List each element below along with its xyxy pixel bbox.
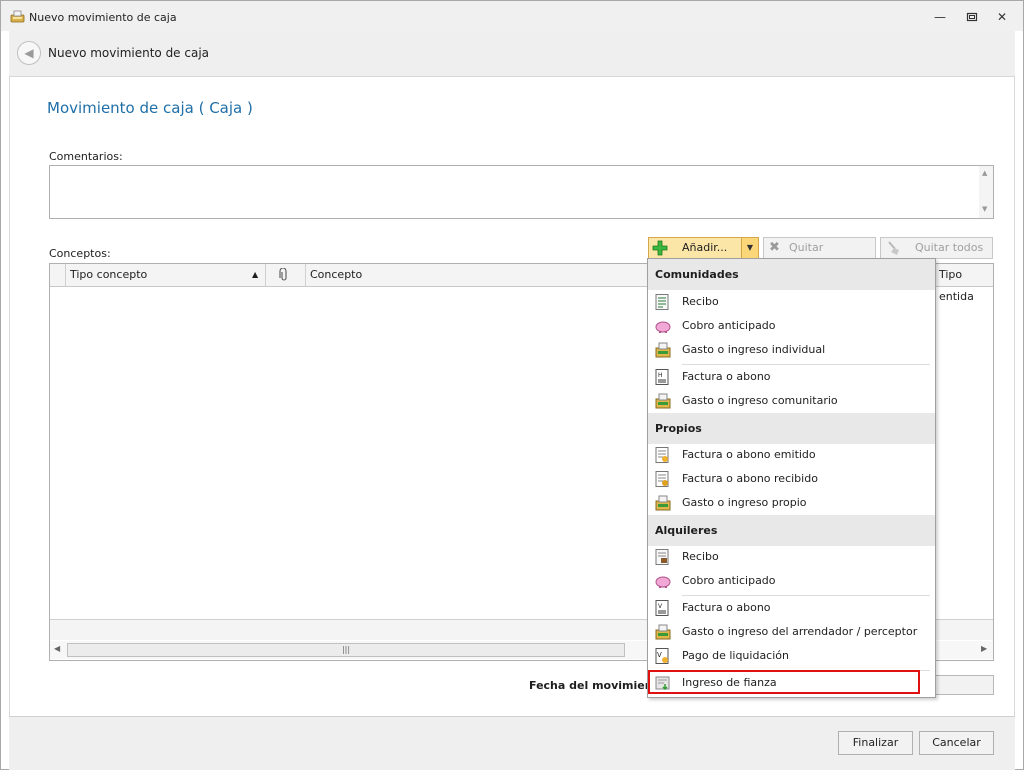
- menu-group-alquileres: Alquileres: [648, 515, 935, 546]
- selection-highlight-box: [648, 670, 920, 694]
- svg-text:V: V: [657, 651, 662, 659]
- grid-row-indicator-header: [50, 264, 66, 286]
- comments-textarea[interactable]: ▲ ▼: [49, 165, 994, 219]
- content-border-right: [1014, 76, 1015, 716]
- scroll-down-icon[interactable]: ▼: [982, 205, 987, 213]
- cash-register-icon: [655, 342, 671, 358]
- sort-ascending-icon: ▲: [252, 270, 259, 279]
- broom-icon: [886, 240, 902, 256]
- scroll-left-icon[interactable]: ◀: [54, 644, 60, 653]
- app-icon: [10, 9, 25, 23]
- scroll-up-icon[interactable]: ▲: [982, 169, 987, 177]
- cancel-button[interactable]: Cancelar: [919, 731, 994, 755]
- remove-all-label: Quitar todos: [915, 241, 984, 254]
- menu-item-pago-liquidacion[interactable]: V Pago de liquidación: [648, 644, 935, 668]
- navigation-bar: ◀ Nuevo movimiento de caja: [9, 31, 1015, 77]
- menu-group-comunidades: Comunidades: [648, 259, 935, 290]
- menu-item-gasto-ingreso-comunitario[interactable]: Gasto o ingreso comunitario: [648, 389, 935, 413]
- column-header-tipo-concepto[interactable]: Tipo concepto ▲: [66, 264, 266, 286]
- scrollbar-thumb[interactable]: |||: [67, 643, 625, 657]
- column-header-attachment[interactable]: [266, 264, 306, 286]
- menu-item-factura-abono-recibido[interactable]: Factura o abono recibido: [648, 467, 935, 491]
- close-button[interactable]: ✕: [995, 11, 1009, 23]
- menu-item-gasto-ingreso-individual[interactable]: Gasto o ingreso individual: [648, 338, 935, 362]
- fecha-label: Fecha del movimiento: [529, 679, 666, 692]
- menu-group-propios: Propios: [648, 413, 935, 444]
- add-dropdown-menu: Comunidades Recibo Cobro anticipado Gast…: [647, 258, 936, 698]
- scroll-right-icon[interactable]: ▶: [981, 644, 987, 653]
- menu-item-cobro-anticipado-comunidades[interactable]: Cobro anticipado: [648, 314, 935, 338]
- piggy-bank-icon: [655, 318, 671, 334]
- settlement-icon: V: [655, 648, 669, 664]
- remove-concept-button[interactable]: ✖ Quitar concepto: [763, 237, 876, 274]
- menu-item-factura-abono-alquileres[interactable]: V Factura o abono: [648, 596, 935, 620]
- menu-item-factura-abono-emitido[interactable]: Factura o abono emitido: [648, 443, 935, 467]
- add-button[interactable]: Añadir...: [648, 237, 742, 259]
- add-dropdown-chevron-down-icon[interactable]: ▼: [741, 237, 759, 259]
- paperclip-icon: [279, 267, 289, 290]
- footer-bar: Finalizar Cancelar: [9, 716, 1015, 770]
- finish-button[interactable]: Finalizar: [838, 731, 913, 755]
- minimize-button[interactable]: —: [933, 11, 947, 23]
- comments-scrollbar[interactable]: ▲ ▼: [979, 166, 993, 218]
- menu-item-factura-abono-comunidades[interactable]: H Factura o abono: [648, 365, 935, 389]
- comments-label: Comentarios:: [49, 150, 123, 163]
- page-title: Movimiento de caja ( Caja ): [47, 99, 253, 117]
- invoice-icon: V: [655, 600, 669, 616]
- add-button-label: Añadir...: [682, 241, 728, 254]
- piggy-bank-icon: [655, 573, 671, 589]
- menu-item-cobro-anticipado-alquileres[interactable]: Cobro anticipado: [648, 569, 935, 593]
- invoice-received-icon: [655, 471, 669, 487]
- add-icon: [652, 240, 668, 256]
- cash-register-icon: [655, 393, 671, 409]
- remove-all-button[interactable]: Quitar todos: [880, 237, 993, 259]
- remove-icon: ✖: [769, 240, 780, 255]
- cash-register-icon: [655, 624, 671, 640]
- content-border-left: [9, 76, 10, 716]
- title-bar: Nuevo movimiento de caja — ✕: [1, 1, 1023, 31]
- column-header-concepto[interactable]: Concepto: [306, 264, 636, 286]
- menu-item-recibo-alquileres[interactable]: Recibo: [648, 545, 935, 569]
- menu-item-gasto-ingreso-arrendador[interactable]: Gasto o ingreso del arrendador / percept…: [648, 620, 935, 644]
- back-icon[interactable]: ◀: [17, 41, 41, 65]
- maximize-button[interactable]: [965, 12, 979, 22]
- window-title: Nuevo movimiento de caja: [29, 11, 177, 24]
- nav-title: Nuevo movimiento de caja: [48, 46, 210, 60]
- menu-item-recibo-comunidades[interactable]: Recibo: [648, 290, 935, 314]
- receipt-icon: [655, 294, 669, 310]
- conceptos-label: Conceptos:: [49, 247, 111, 260]
- invoice-icon: H: [655, 369, 669, 385]
- invoice-issued-icon: [655, 447, 669, 463]
- menu-item-gasto-ingreso-propio[interactable]: Gasto o ingreso propio: [648, 491, 935, 515]
- cash-register-icon: [655, 495, 671, 511]
- svg-text:H: H: [658, 372, 663, 379]
- receipt-icon: [655, 549, 669, 565]
- column-header-tipo-entidad[interactable]: Tipo entida: [934, 264, 994, 303]
